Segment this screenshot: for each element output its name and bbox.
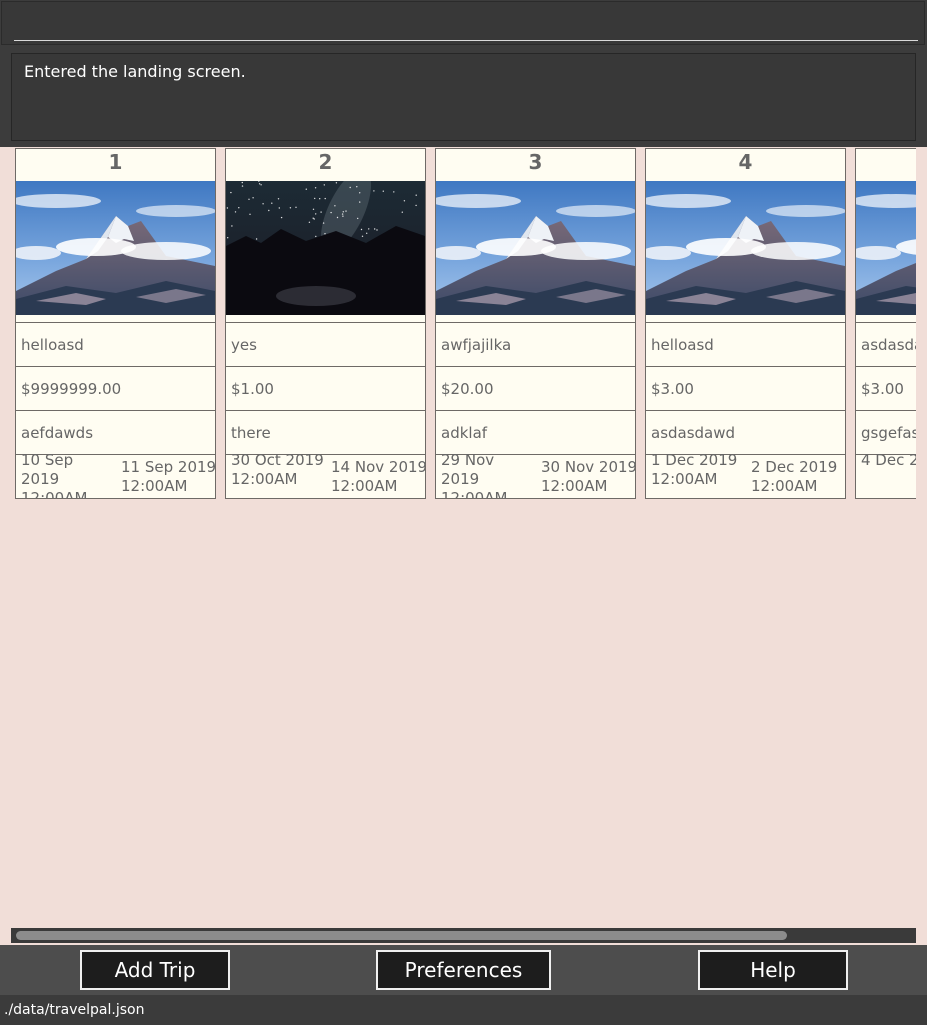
trip-card[interactable]: 1 helloasd $9999999.00 aefdawds 10 Sep 2019 … (15, 148, 216, 499)
help-button[interactable]: Help (698, 950, 848, 990)
horizontal-scrollbar[interactable] (11, 928, 916, 943)
result-message: Entered the landing screen. (24, 62, 246, 81)
command-box[interactable] (1, 1, 925, 45)
trip-name: awfjajilka (436, 322, 635, 366)
trip-card[interactable]: asdasda$3.00gsgefas4 Dec 2 (855, 148, 916, 499)
trip-image (16, 181, 215, 315)
trip-destination: asdasdawd (646, 410, 845, 454)
trip-name: helloasd (646, 322, 845, 366)
trip-dates: 1 Dec 2019 12:00AM 2 Dec 2019 12:00AM (646, 451, 845, 498)
trip-start-date: 4 Dec 2 (861, 451, 916, 469)
trip-name: asdasda (856, 322, 916, 366)
trip-index: 2 (318, 150, 333, 174)
trip-budget: $3.00 (646, 366, 845, 410)
trip-end-date: 11 Sep 2019 12:00AM (121, 458, 216, 495)
trip-end-date: 2 Dec 2019 12:00AM (751, 458, 838, 495)
trip-destination: gsgefas (856, 410, 916, 454)
trip-end-date: 14 Nov 2019 12:00AM (331, 458, 426, 495)
trip-start-date: 30 Oct 2019 12:00AM (231, 451, 324, 488)
trip-name: helloasd (16, 322, 215, 366)
trip-destination: adklaf (436, 410, 635, 454)
trip-index: 3 (528, 150, 543, 174)
command-input[interactable] (14, 14, 918, 41)
trip-budget: $1.00 (226, 366, 425, 410)
trip-image (436, 181, 635, 315)
trip-dates: 4 Dec 2 (856, 451, 916, 498)
trip-destination: there (226, 410, 425, 454)
trip-dates: 29 Nov 2019 12:00AM 30 Nov 2019 12:00AM (436, 451, 636, 499)
file-path-label: ./data/travelpal.json (4, 1002, 145, 1018)
trip-index: 4 (738, 150, 753, 174)
preferences-button[interactable]: Preferences (376, 950, 551, 990)
button-bar: Add Trip Preferences Help (0, 945, 927, 995)
mountain-image (856, 181, 916, 315)
trip-card[interactable]: 3 awfjajilka $20.00 adklaf 29 Nov 2019 12:00… (435, 148, 636, 499)
trip-image (856, 181, 916, 315)
trip-dates: 30 Oct 2019 12:00AM 14 Nov 2019 12:00AM (226, 451, 426, 498)
trip-card[interactable]: 4 helloasd $3.00 asdasdawd 1 Dec 2019 12:00A… (645, 148, 846, 499)
trip-image (226, 181, 425, 315)
trip-budget: $3.00 (856, 366, 916, 410)
scrollbar-thumb[interactable] (16, 931, 787, 940)
trip-dates: 10 Sep 2019 12:00AM 11 Sep 2019 12:00AM (16, 451, 216, 499)
mountain-image (646, 181, 845, 315)
trip-end-date: 30 Nov 2019 12:00AM (541, 458, 636, 495)
trip-card[interactable]: 2 yes $1.00 there 30 Oct 2019 12:00AM 14 Nov … (225, 148, 426, 499)
trip-start-date: 29 Nov 2019 12:00AM (441, 451, 508, 499)
trip-name: yes (226, 322, 425, 366)
top-panel: Entered the landing screen. (0, 0, 927, 147)
status-bar: ./data/travelpal.json (0, 995, 927, 1025)
trip-index: 1 (108, 150, 123, 174)
mountain-image (436, 181, 635, 315)
add-trip-button[interactable]: Add Trip (80, 950, 230, 990)
night-sky-image (226, 181, 425, 315)
trip-index (856, 149, 916, 181)
mountain-image (16, 181, 215, 315)
trip-image (646, 181, 845, 315)
trip-start-date: 1 Dec 2019 12:00AM (651, 451, 738, 488)
trip-start-date: 10 Sep 2019 12:00AM (21, 451, 88, 499)
trip-list-viewport: 1 helloasd $9999999.00 aefdawds 10 Sep 2019 … (0, 147, 916, 927)
result-display: Entered the landing screen. (11, 53, 916, 141)
trip-budget: $20.00 (436, 366, 635, 410)
trip-destination: aefdawds (16, 410, 215, 454)
trip-budget: $9999999.00 (16, 366, 215, 410)
